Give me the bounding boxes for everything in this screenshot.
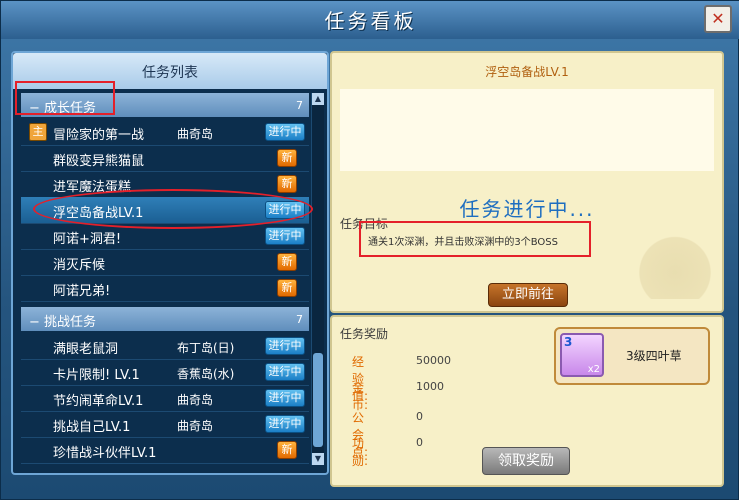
quest-name: 消灭斥候 [53, 258, 106, 273]
reward-value: 0 [416, 436, 423, 449]
quest-name: 冒险家的第一战 [53, 128, 145, 143]
quest-row[interactable]: 群殴变异熊猫鼠 新 [21, 145, 309, 172]
scroll-thumb[interactable] [313, 353, 323, 447]
status-badge: 进行中 [265, 363, 305, 381]
goto-now-button[interactable]: 立即前往 [488, 283, 568, 307]
status-badge: 进行中 [265, 415, 305, 433]
quest-list: − 成长任务 7 主 冒险家的第一战 曲奇岛 进行中 群殴变异熊猫鼠 新 进军魔… [21, 93, 309, 465]
quest-name: 卡片限制! LV.1 [53, 368, 140, 383]
reward-key: 金 币: [352, 381, 377, 412]
category-label: 挑战任务 [44, 315, 97, 330]
quest-detail-title: 浮空岛备战LV.1 [485, 65, 569, 79]
quest-name: 节约闹革命LV.1 [53, 394, 144, 409]
quest-description-area [340, 89, 714, 171]
collapse-icon[interactable]: − [29, 315, 40, 330]
status-badge: 新 [277, 149, 297, 167]
quest-row[interactable]: 消灭斥候 新 [21, 249, 309, 276]
status-badge: 新 [277, 279, 297, 297]
claim-reward-button[interactable]: 领取奖励 [482, 447, 570, 475]
quest-detail-panel: 浮空岛备战LV.1 任务进行中... 任务目标 通关1次深渊，并且击败深渊中的3… [330, 51, 724, 313]
reward-value: 1000 [416, 380, 444, 393]
rewards-panel: 任务奖励 经验值: 50000 金 币: 1000 公会点: 0 功 勋: 0 … [330, 315, 724, 487]
status-badge: 进行中 [265, 337, 305, 355]
quest-list-scrollbar[interactable]: ▲ ▼ [311, 93, 324, 465]
four-leaf-clover-icon: 3 x2 [560, 333, 604, 377]
status-badge: 进行中 [265, 123, 305, 141]
quest-map: 布丁岛(日) [177, 341, 235, 355]
status-badge: 新 [277, 253, 297, 271]
reward-key: 功 勋: [352, 437, 377, 468]
quest-row[interactable]: 卡片限制! LV.1 香蕉岛(水) 进行中 [21, 359, 309, 386]
quest-name: 群殴变异熊猫鼠 [53, 154, 145, 169]
highlight-box-goal [359, 221, 591, 257]
quest-row[interactable]: 挑战自己LV.1 曲奇岛 进行中 [21, 411, 309, 438]
item-name: 3级四叶草 [626, 349, 682, 363]
quest-map: 曲奇岛 [177, 393, 214, 407]
category-count: 7 [296, 99, 303, 112]
quest-name: 阿诺+洞君! [53, 232, 122, 247]
category-count: 7 [296, 313, 303, 326]
status-badge: 进行中 [265, 389, 305, 407]
scroll-down-icon[interactable]: ▼ [312, 453, 324, 465]
quest-map: 曲奇岛 [177, 127, 214, 141]
quest-map: 香蕉岛(水) [177, 367, 235, 381]
quest-row[interactable]: 节约闹革命LV.1 曲奇岛 进行中 [21, 385, 309, 412]
window-title: 任务看板 [324, 9, 417, 33]
item-level: 3 [564, 335, 573, 349]
quest-row[interactable]: 珍惜战斗伙伴LV.1 新 [21, 437, 309, 464]
main-quest-icon: 主 [29, 123, 47, 141]
category-challenge-label: − 挑战任务 [29, 311, 96, 330]
quest-name: 挑战自己LV.1 [53, 420, 131, 435]
quest-list-title: 任务列表 [142, 65, 198, 81]
quest-row[interactable]: 满眼老鼠洞 布丁岛(日) 进行中 [21, 333, 309, 360]
quest-name: 珍惜战斗伙伴LV.1 [53, 446, 157, 461]
highlight-box-category [15, 81, 115, 115]
status-badge: 进行中 [265, 227, 305, 245]
reward-value: 0 [416, 410, 423, 423]
category-challenge[interactable]: − 挑战任务 7 [21, 307, 309, 331]
reward-value: 50000 [416, 354, 451, 367]
quest-row[interactable]: 阿诺兄弟! 新 [21, 275, 309, 302]
quest-map: 曲奇岛 [177, 419, 214, 433]
quest-state-text: 任务进行中... [459, 197, 595, 221]
close-button[interactable]: ✕ [704, 5, 732, 33]
scroll-up-icon[interactable]: ▲ [312, 93, 324, 105]
status-badge: 新 [277, 441, 297, 459]
quest-row[interactable]: 主 冒险家的第一战 曲奇岛 进行中 [21, 119, 309, 146]
quest-board-window: 任务看板 ✕ 任务列表 − 成长任务 7 主 冒险家的第一战 曲奇岛 进行中 群… [0, 0, 739, 500]
decorative-illustration-icon [632, 233, 718, 299]
quest-name: 阿诺兄弟! [53, 284, 111, 299]
rewards-label: 任务奖励 [340, 327, 389, 341]
highlight-oval-selected-quest [33, 189, 313, 229]
quest-name: 满眼老鼠洞 [53, 342, 119, 357]
status-badge: 新 [277, 175, 297, 193]
reward-item-card[interactable]: 3 x2 3级四叶草 [554, 327, 710, 385]
title-bar: 任务看板 ✕ [1, 1, 739, 39]
item-count: x2 [587, 364, 600, 375]
